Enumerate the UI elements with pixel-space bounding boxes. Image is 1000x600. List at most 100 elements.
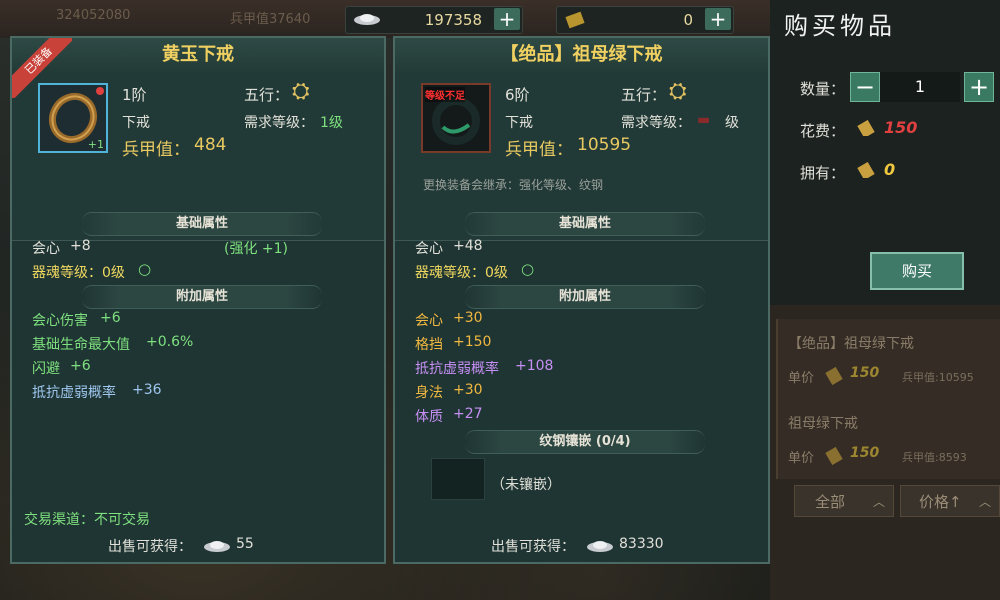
extra-stat-name: 抵抗虚弱概率 [32, 385, 116, 401]
gold-bar-icon [857, 120, 875, 136]
gold-bar-icon [825, 447, 843, 465]
list-item-price: 150 [850, 445, 880, 461]
socket-header: 纹钢镶嵌 (0/4) [465, 430, 705, 454]
list-item[interactable]: 【绝品】祖母绿下戒 单价 150 兵甲值:10595 [776, 319, 1000, 399]
power-value: 10595 [577, 135, 632, 155]
faint-power-text: 兵甲值37640 [230, 12, 311, 27]
equipped-item-panel: 黄玉下戒 已装备 +1 1阶 五行： ⛭ 下戒 需求等级： 1级 兵甲值： 48… [10, 36, 386, 564]
increase-quantity-button[interactable]: + [964, 72, 994, 102]
req-level-unit: 级 [725, 115, 739, 131]
list-item-power: 兵甲值:8593 [902, 451, 967, 464]
add-silver-button[interactable]: + [494, 8, 520, 30]
extra-stat-name: 抵抗虚弱概率 [415, 361, 499, 377]
gold-bar-icon [825, 367, 843, 385]
power-label: 兵甲值： [505, 140, 573, 160]
divider [12, 240, 384, 241]
extra-stat-value: +0.6% [146, 334, 194, 350]
req-level-label: 需求等级： [244, 115, 314, 131]
list-item-name: 【绝品】祖母绿下戒 [788, 336, 914, 352]
list-item-name: 祖母绿下戒 [788, 416, 858, 432]
list-item-power: 兵甲值:10595 [902, 371, 974, 384]
chevron-up-icon: ︿ [872, 495, 885, 509]
list-item-price-label: 单价 [788, 451, 815, 466]
filter-all-dropdown[interactable]: 全部 ︿ [794, 485, 894, 517]
chevron-up-icon: ︿ [978, 495, 991, 509]
filter-price-label: 价格↑ [919, 493, 962, 511]
sell-value: 83330 [619, 536, 664, 552]
silver-value: 197358 [424, 11, 482, 29]
quantity-label: 数量： [800, 80, 846, 98]
silver-resource: 197358 + [345, 6, 523, 34]
market-item-name: 【绝品】祖母绿下戒 [395, 38, 768, 73]
extra-stat-name: 格挡 [415, 337, 443, 353]
filter-all-label: 全部 [815, 493, 846, 511]
list-item[interactable]: 祖母绿下戒 单价 150 兵甲值:8593 [776, 399, 1000, 479]
req-level-obscured: ▬ [697, 112, 711, 128]
base-stat-value: +8 [70, 238, 91, 254]
sell-label: 出售可获得： [108, 539, 192, 555]
purchase-panel: 购买物品 数量： − 1 + 花费： 150 拥有： 0 购买 [770, 0, 1000, 305]
filter-price-dropdown[interactable]: 价格↑ ︿ [900, 485, 1000, 517]
extra-stat-name: 会心伤害 [32, 313, 88, 329]
decrease-quantity-button[interactable]: − [850, 72, 880, 102]
soul-circle-icon: ○ [521, 260, 535, 278]
extra-stat-value: +30 [453, 310, 483, 326]
extra-stat-value: +108 [515, 358, 554, 374]
add-gold-button[interactable]: + [705, 8, 731, 30]
market-type: 下戒 [505, 115, 533, 131]
trade-channel: 交易渠道：不可交易 [24, 512, 150, 528]
divider [395, 240, 768, 241]
extra-stat-name: 基础生命最大值 [32, 337, 130, 353]
extra-stat-value: +6 [70, 358, 91, 374]
level-insufficient-label: 等级不足 [425, 87, 465, 102]
cost-label: 花费： [800, 122, 846, 140]
metal-element-icon: ⛭ [292, 79, 310, 104]
purchase-title: 购买物品 [784, 12, 896, 40]
req-level-label: 需求等级： [621, 115, 691, 131]
buy-button[interactable]: 购买 [870, 252, 964, 290]
req-level-value: 1级 [320, 115, 343, 131]
enhance-corner: +1 [87, 138, 104, 151]
element-label: 五行： [621, 86, 667, 104]
quantity-input[interactable]: 1 [880, 72, 960, 102]
silver-ingot-icon [204, 541, 230, 552]
base-stat-name: 会心 [415, 241, 443, 257]
extra-stat-name: 身法 [415, 385, 443, 401]
silver-ingot-icon [587, 541, 613, 552]
gem-socket-slot[interactable] [431, 458, 485, 500]
equipped-tier: 1阶 [122, 86, 147, 104]
base-attr-header: 基础属性 [82, 212, 322, 236]
base-attr-header: 基础属性 [465, 212, 705, 236]
list-item-price-label: 单价 [788, 371, 815, 386]
gold-bar-icon [565, 11, 585, 29]
owned-label: 拥有： [800, 164, 846, 182]
extra-stat-value: +36 [132, 382, 162, 398]
base-stat-value: +48 [453, 238, 483, 254]
equipped-ring-slot[interactable]: +1 [38, 83, 108, 153]
base-stat-name: 会心 [32, 241, 60, 257]
power-label: 兵甲值： [122, 140, 190, 160]
inherit-note: 更换装备会继承：强化等级、纹钢 [423, 178, 604, 192]
enhance-bonus: (强化 +1) [224, 241, 289, 257]
extra-stat-name: 闪避 [32, 361, 60, 377]
gold-value: 0 [683, 11, 693, 29]
sell-label: 出售可获得： [491, 539, 575, 555]
power-value: 484 [194, 135, 227, 155]
extra-stat-value: +30 [453, 382, 483, 398]
extra-stat-value: +27 [453, 406, 483, 422]
market-item-panel: 【绝品】祖母绿下戒 等级不足 6阶 五行： ⛭ 下戒 需求等级： ▬ 级 兵甲值… [393, 36, 770, 564]
gold-resource: 0 + [556, 6, 734, 34]
gold-bar-icon [857, 162, 875, 178]
extra-attr-header: 附加属性 [82, 285, 322, 309]
market-list: 【绝品】祖母绿下戒 单价 150 兵甲值:10595 祖母绿下戒 单价 150 … [770, 305, 1000, 600]
market-tier: 6阶 [505, 86, 530, 104]
extra-stat-name: 体质 [415, 409, 443, 425]
socket-empty-text: （未镶嵌） [491, 477, 561, 493]
equipped-type: 下戒 [122, 115, 150, 131]
extra-attr-header: 附加属性 [465, 285, 705, 309]
top-resource-bar: 324052080 兵甲值37640 197358 + 0 + [0, 0, 770, 38]
faint-id-text: 324052080 [56, 8, 131, 23]
market-ring-slot[interactable]: 等级不足 [421, 83, 491, 153]
extra-stat-value: +150 [453, 334, 492, 350]
extra-stat-name: 会心 [415, 313, 443, 329]
